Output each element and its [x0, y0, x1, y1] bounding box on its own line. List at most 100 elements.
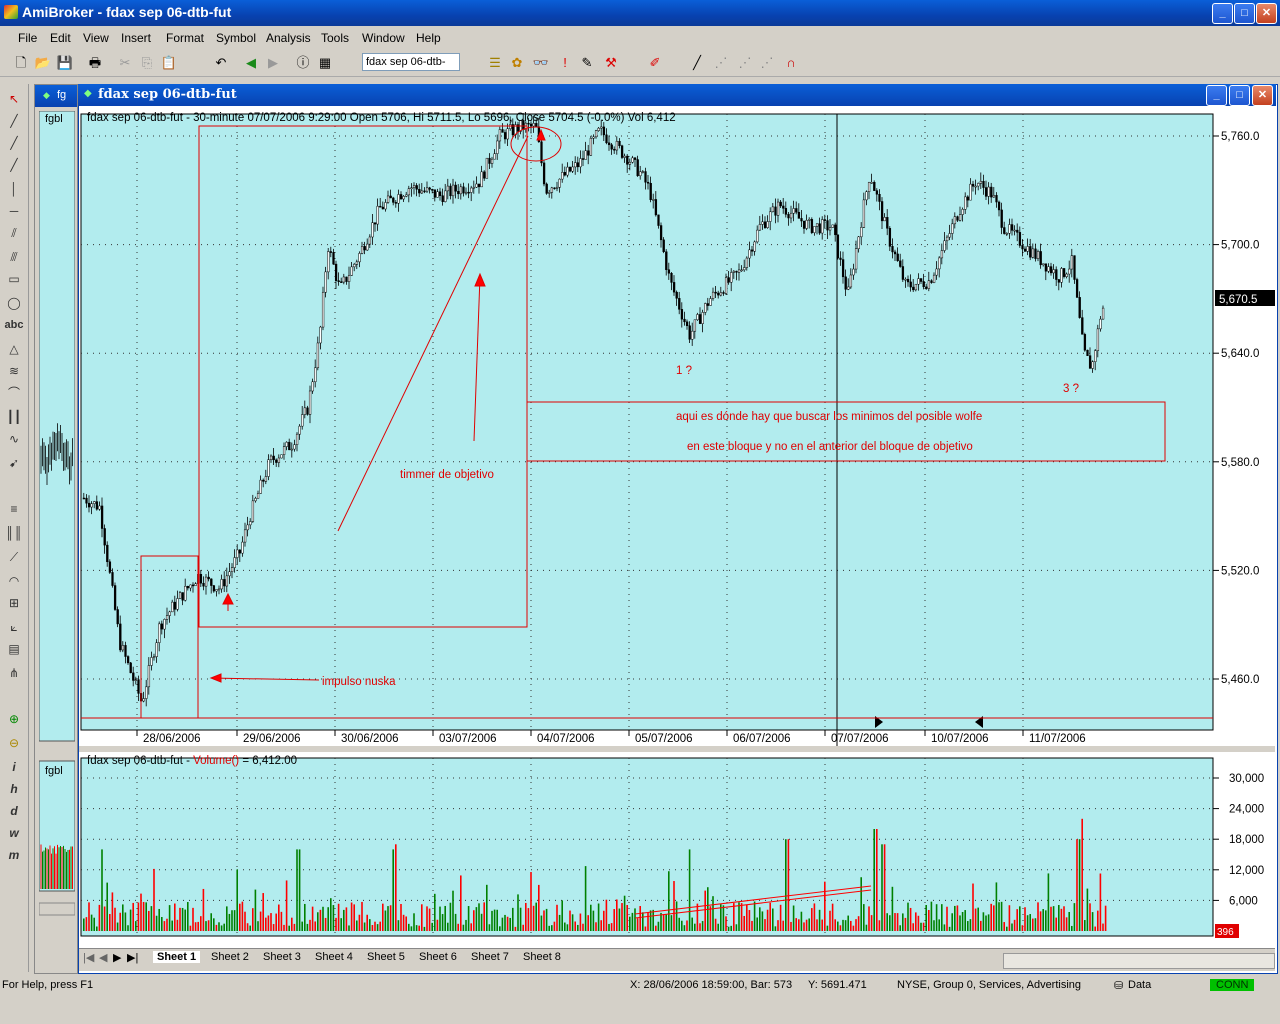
gann-grid-icon[interactable]: ▤ — [4, 640, 24, 658]
andrews-icon[interactable]: ⋔ — [4, 664, 24, 682]
fibonacci-icon[interactable]: ≋ — [4, 362, 24, 380]
dash-line-icon[interactable]: ⋰ — [712, 54, 730, 72]
pen-icon[interactable]: ╱ — [688, 54, 706, 72]
tab-sheet-7[interactable]: Sheet 7 — [471, 951, 509, 963]
tab-sheet-6[interactable]: Sheet 6 — [419, 951, 457, 963]
price-pane[interactable] — [80, 113, 1214, 731]
side-chart-window[interactable]: ◆ fg fgbl fgbl — [34, 84, 78, 974]
interval-intraday-icon[interactable]: i — [4, 758, 24, 776]
horizontal-line-icon[interactable]: ─ — [4, 202, 24, 220]
hammer-icon[interactable]: ⚒ — [602, 54, 620, 72]
copy-icon[interactable]: ⎘ — [138, 54, 156, 72]
interval-hourly-icon[interactable]: h — [4, 780, 24, 798]
print-icon[interactable]: 🖶 — [86, 54, 104, 72]
parallel-lines-icon[interactable]: ⫽ — [4, 224, 24, 242]
fib-retracement-icon[interactable]: ≡ — [4, 500, 24, 518]
interval-weekly-icon[interactable]: w — [4, 824, 24, 842]
tab-sheet-4[interactable]: Sheet 4 — [315, 951, 353, 963]
cut-icon[interactable]: ✂ — [116, 54, 134, 72]
tab-sheet-1[interactable]: Sheet 1 — [153, 951, 201, 963]
horizontal-scrollbar[interactable] — [1003, 953, 1275, 969]
menu-tools[interactable]: Tools — [321, 31, 349, 45]
symbol-select[interactable]: fdax sep 06-dtb- — [362, 53, 460, 71]
menu-file[interactable]: File — [18, 31, 37, 45]
menu-view[interactable]: View — [83, 31, 109, 45]
triangle-icon[interactable]: △ — [4, 340, 24, 358]
line-tool-icon[interactable]: ╱ — [4, 112, 24, 130]
grid-icon[interactable]: ⊞ — [4, 594, 24, 612]
tab-sheet-8[interactable]: Sheet 8 — [523, 951, 561, 963]
color-picker-icon[interactable]: ✐ — [646, 54, 664, 72]
menu-edit[interactable]: Edit — [50, 31, 71, 45]
tab-sheet-2[interactable]: Sheet 2 — [211, 951, 249, 963]
maximize-button[interactable]: □ — [1234, 3, 1255, 24]
save-icon[interactable]: 💾 — [56, 54, 74, 72]
ray-tool-icon[interactable]: ╱ — [4, 134, 24, 152]
dotted-line-icon[interactable]: ⋰ — [736, 54, 754, 72]
tab-sheet-3[interactable]: Sheet 3 — [263, 951, 301, 963]
child-minimize-button[interactable]: _ — [1206, 85, 1227, 106]
channel-icon[interactable]: ⫻ — [4, 248, 24, 266]
interval-monthly-icon[interactable]: m — [4, 846, 24, 864]
extended-line-icon[interactable]: ╱ — [4, 156, 24, 174]
menu-help[interactable]: Help — [416, 31, 441, 45]
price-candle-body — [1042, 263, 1045, 266]
open-folder-icon[interactable]: 📂 — [34, 54, 52, 72]
fib-arc-icon[interactable]: ◠ — [4, 572, 24, 590]
tab-next-icon[interactable]: ▶ — [113, 951, 121, 964]
price-candle-body — [607, 142, 611, 146]
magnet-icon[interactable]: ∩ — [782, 54, 800, 72]
undo-icon[interactable]: ↶ — [212, 54, 230, 72]
arrow-select-icon[interactable]: ↖ — [4, 90, 24, 108]
back-icon[interactable]: ◀ — [242, 54, 260, 72]
minimize-button[interactable]: _ — [1212, 3, 1233, 24]
vertical-line-icon[interactable]: │ — [4, 180, 24, 198]
text-tool-icon[interactable]: abc — [4, 316, 24, 334]
child-close-button[interactable]: ✕ — [1252, 85, 1273, 106]
calendar-icon[interactable]: ▦ — [316, 54, 334, 72]
tab-sheet-5[interactable]: Sheet 5 — [367, 951, 405, 963]
database-icon[interactable]: ☰ — [486, 54, 504, 72]
chart-tool-icon[interactable]: ✎ — [578, 54, 596, 72]
menu-analysis[interactable]: Analysis — [266, 31, 311, 45]
interval-daily-icon[interactable]: d — [4, 802, 24, 820]
cycles-icon[interactable]: ┃┃ — [4, 408, 24, 426]
fan-icon[interactable]: ⟋ — [4, 548, 24, 566]
tab-prev-icon[interactable]: ◀ — [99, 951, 107, 964]
menu-window[interactable]: Window — [362, 31, 405, 45]
pane-splitter[interactable] — [79, 746, 1275, 752]
fib-timezones-icon[interactable]: ║║ — [4, 524, 24, 542]
price-ytick-label: 5,640.0 — [1221, 348, 1259, 360]
price-candle-body — [103, 528, 106, 546]
price-candle-body — [202, 582, 205, 587]
rectangle-icon[interactable]: ▭ — [4, 270, 24, 288]
zoom-in-icon[interactable]: ⊕ — [4, 710, 24, 728]
price-candle-body — [498, 129, 502, 142]
pointer-icon[interactable]: ➹ — [4, 454, 24, 472]
paste-icon[interactable]: 📋 — [160, 54, 178, 72]
menu-format[interactable]: Format — [166, 31, 204, 45]
info-icon[interactable]: ⓘ — [294, 54, 312, 72]
chart-area[interactable]: fdax sep 06-dtb-fut - 30-minute 07/07/20… — [79, 106, 1275, 942]
tab-first-icon[interactable]: |◀ — [83, 951, 94, 964]
forward-icon[interactable]: ▶ — [264, 54, 282, 72]
tab-last-icon[interactable]: ▶| — [127, 951, 138, 964]
gann-fan-icon[interactable]: ⟀ — [4, 618, 24, 636]
settings-icon[interactable]: ✿ — [508, 54, 526, 72]
price-candle-body — [813, 226, 816, 233]
price-candle-body — [789, 212, 793, 219]
new-file-icon[interactable]: 🗋 — [12, 54, 30, 72]
ellipse-icon[interactable]: ◯ — [4, 294, 24, 312]
binoculars-icon[interactable]: 👓 — [532, 54, 550, 72]
price-candle-body — [613, 148, 616, 151]
alert-icon[interactable]: ! — [556, 54, 574, 72]
menu-insert[interactable]: Insert — [121, 31, 151, 45]
zoom-out-icon[interactable]: ⊖ — [4, 734, 24, 752]
menu-symbol[interactable]: Symbol — [216, 31, 256, 45]
thick-line-icon[interactable]: ⋰ — [758, 54, 776, 72]
price-candle-body — [1081, 317, 1084, 335]
zigzag-icon[interactable]: ∿ — [4, 430, 24, 448]
close-button[interactable]: ✕ — [1256, 3, 1277, 24]
child-maximize-button[interactable]: □ — [1229, 85, 1250, 106]
arc-icon[interactable]: ⌒ — [4, 384, 24, 402]
